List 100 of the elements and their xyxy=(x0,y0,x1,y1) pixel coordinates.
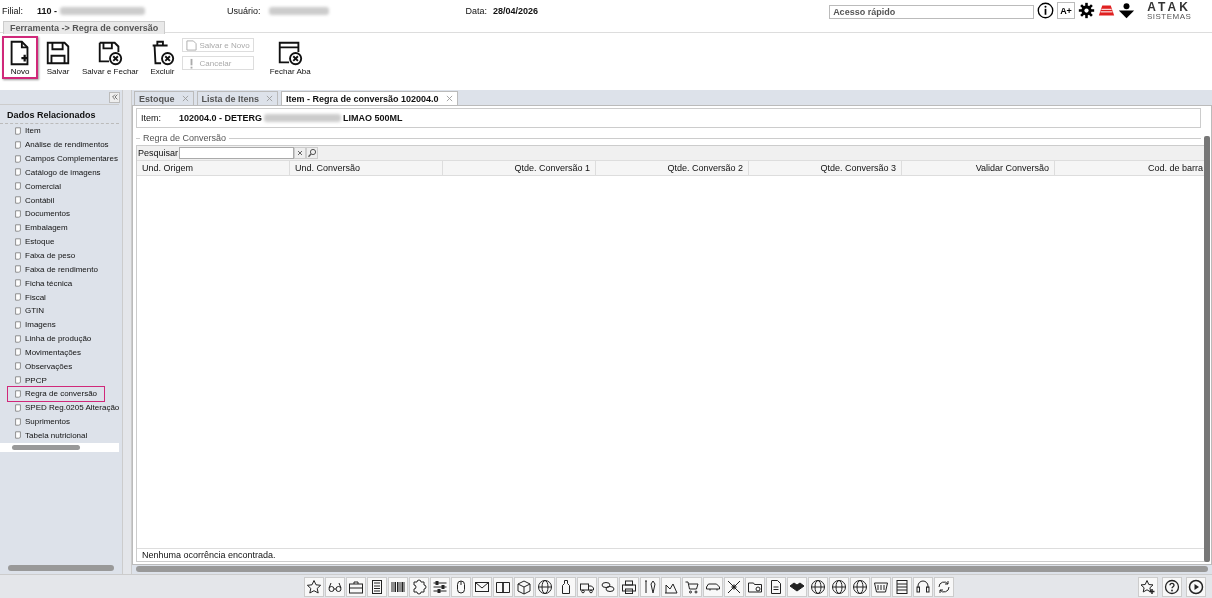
save-icon xyxy=(44,39,72,67)
user-label: Usuário: xyxy=(227,5,261,16)
sidebar-item[interactable]: Estoque xyxy=(0,234,120,249)
tab[interactable]: Lista de Itens xyxy=(196,91,279,105)
search-field[interactable] xyxy=(179,147,295,159)
help-icon[interactable] xyxy=(1162,576,1182,597)
save-button[interactable]: Salvar xyxy=(40,36,76,79)
bottle-icon[interactable] xyxy=(556,576,576,597)
close-window-icon xyxy=(276,39,305,67)
column-header[interactable]: Und. Origem xyxy=(137,161,290,175)
item-name: LIMAO 500ML xyxy=(343,113,403,123)
tab[interactable]: Item - Regra de conversão 102004.0 xyxy=(281,91,458,105)
section-title: Regra de Conversão xyxy=(140,133,230,143)
box-icon[interactable] xyxy=(514,576,534,597)
add-favorite-icon[interactable] xyxy=(1138,576,1158,597)
double-chevron-icon xyxy=(110,93,119,101)
sidebar-item[interactable]: SPED Reg.0205 Alteração xyxy=(0,400,120,415)
book-icon[interactable] xyxy=(493,576,513,597)
company-logo: ATAK SISTEMAS xyxy=(1146,0,1192,21)
column-header[interactable]: Und. Conversão xyxy=(290,161,443,175)
printer-icon[interactable] xyxy=(619,576,639,597)
truck-icon[interactable] xyxy=(577,576,597,597)
collapse-button[interactable] xyxy=(109,91,120,103)
sidebar-item[interactable]: Faixa de peso xyxy=(0,248,120,263)
sidebar-item[interactable]: Documentos xyxy=(0,207,120,221)
calculator-icon[interactable] xyxy=(367,576,387,597)
column-header[interactable]: Qtde. Conversão 1 xyxy=(443,161,596,175)
horizontal-scrollbar[interactable] xyxy=(0,443,120,453)
sidebar-item[interactable]: Movimentações xyxy=(0,345,120,360)
sidebar-item[interactable]: Suprimentos xyxy=(0,414,120,429)
delete-button[interactable]: Excluir xyxy=(144,36,181,79)
splitter-handle[interactable] xyxy=(122,90,132,574)
item-label: Item: xyxy=(141,113,162,123)
new-button[interactable]: Novo xyxy=(2,36,38,79)
font-size-button[interactable]: A+ xyxy=(1057,2,1075,19)
search-label: Pesquisar xyxy=(138,148,179,158)
sidebar-item[interactable]: Fiscal xyxy=(0,290,120,304)
sidebar-item[interactable]: Embalagem xyxy=(0,220,120,235)
sidebar-item[interactable]: GTIN xyxy=(0,303,120,318)
sidebar-item[interactable]: Ficha técnica xyxy=(0,276,120,291)
date-value: 28/04/2026 xyxy=(493,5,539,16)
close-tab-button[interactable]: Fechar Aba xyxy=(265,36,315,79)
headset-icon[interactable] xyxy=(913,576,933,597)
refresh-icon[interactable] xyxy=(934,576,954,597)
sidebar-item[interactable]: Faixa de rendimento xyxy=(0,262,120,277)
sidebar-item[interactable]: Item xyxy=(0,124,120,138)
sidebar-item[interactable]: Campos Complementares xyxy=(0,151,120,166)
folder-icon[interactable] xyxy=(745,576,765,597)
cart-icon[interactable] xyxy=(682,576,702,597)
filial-label: Filial: xyxy=(2,5,23,16)
sidebar-item[interactable]: Tabela nutricional xyxy=(0,428,120,443)
info-icon[interactable] xyxy=(1037,2,1055,19)
save-icon xyxy=(186,39,198,51)
save-close-icon xyxy=(96,39,125,67)
clear-icon[interactable] xyxy=(294,147,307,159)
document-icon[interactable] xyxy=(766,576,786,597)
sidebar-item[interactable]: Observações xyxy=(0,359,120,374)
globe-icon[interactable] xyxy=(808,576,828,597)
sidebar-item[interactable]: Análise de rendimentos xyxy=(0,137,120,152)
globe-icon[interactable] xyxy=(829,576,849,597)
tab[interactable]: Estoque xyxy=(134,91,194,105)
column-header[interactable]: Validar Conversão xyxy=(902,161,1055,175)
sidebar-item[interactable]: Linha de produção xyxy=(0,331,120,346)
sidebar-item[interactable]: Catálogo de imagens xyxy=(0,165,120,180)
breadcrumb-tab[interactable]: Ferramenta -> Regra de conversão xyxy=(3,21,166,34)
puzzle-icon[interactable] xyxy=(409,576,429,597)
sliders-icon[interactable] xyxy=(430,576,450,597)
sidebar-item[interactable]: Comercial xyxy=(0,179,120,194)
globe-icon[interactable] xyxy=(850,576,870,597)
globe-icon[interactable] xyxy=(535,576,555,597)
sidebar-item[interactable]: PPCP xyxy=(0,373,120,388)
quick-access-field[interactable]: Acesso rápido xyxy=(829,4,1035,19)
item-code: 102004.0 - DETERG xyxy=(179,113,263,123)
coins-icon[interactable] xyxy=(598,576,618,597)
column-header[interactable]: Cod. de barra xyxy=(1055,161,1208,175)
filial-code: 110 - xyxy=(37,5,58,16)
glasses-icon[interactable] xyxy=(325,576,345,597)
mouse-icon[interactable] xyxy=(451,576,471,597)
horizontal-scrollbar[interactable] xyxy=(8,565,114,571)
envelope-icon[interactable] xyxy=(472,576,492,597)
date-label: Data: xyxy=(465,5,488,16)
horizontal-scrollbar[interactable] xyxy=(136,566,1208,572)
play-icon[interactable] xyxy=(1186,576,1206,597)
basket-icon[interactable] xyxy=(871,576,891,597)
search-icon[interactable] xyxy=(306,147,319,159)
briefcase-icon[interactable] xyxy=(346,576,366,597)
table-icon[interactable] xyxy=(892,576,912,597)
column-header[interactable]: Qtde. Conversão 3 xyxy=(749,161,902,175)
save-close-button[interactable]: Salvar e Fechar xyxy=(78,36,143,79)
sidebar-item[interactable]: Imagens xyxy=(0,317,120,332)
chart-icon[interactable] xyxy=(661,576,681,597)
barcode-icon[interactable] xyxy=(388,576,408,597)
column-header[interactable]: Qtde. Conversão 2 xyxy=(596,161,749,175)
settings-icon[interactable] xyxy=(1077,2,1095,19)
sidebar-item[interactable]: Regra de conversão xyxy=(8,387,104,401)
vertical-scrollbar[interactable] xyxy=(1204,136,1210,562)
tools-icon[interactable] xyxy=(640,576,660,597)
status-text: Nenhuma ocorrência encontrada. xyxy=(137,548,1208,561)
sidebar-title: Dados Relacionados xyxy=(0,105,120,124)
sidebar-item[interactable]: Contábil xyxy=(0,193,120,208)
